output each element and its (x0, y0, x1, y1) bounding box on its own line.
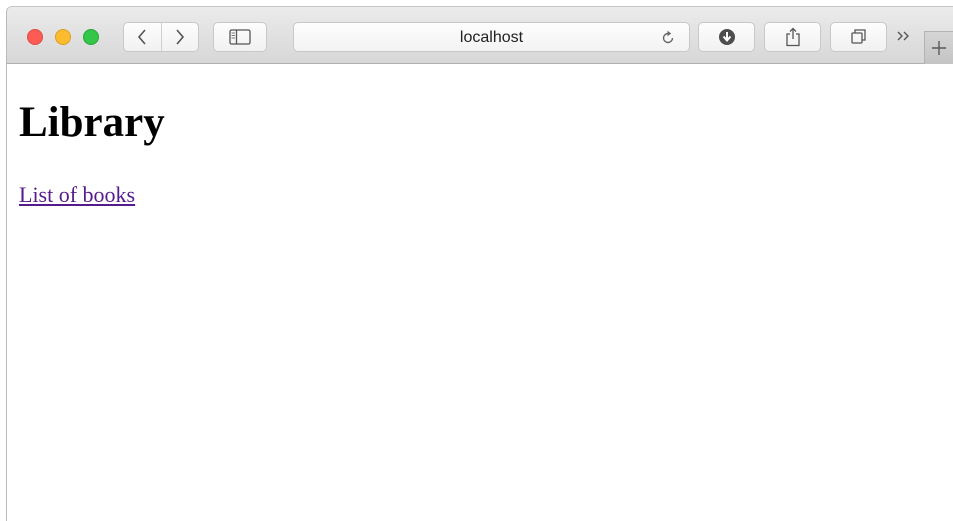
show-tabs-button[interactable] (830, 22, 887, 52)
browser-toolbar: localhost (7, 7, 953, 64)
minimize-window-button[interactable] (55, 29, 71, 45)
new-tab-button[interactable] (924, 31, 953, 64)
downloads-button[interactable] (698, 22, 755, 52)
share-button[interactable] (764, 22, 821, 52)
address-text: localhost (459, 29, 524, 46)
reload-button[interactable] (659, 29, 677, 47)
reload-icon (662, 30, 674, 44)
browser-window: localhost Library List of books (6, 6, 953, 521)
maximize-window-button[interactable] (83, 29, 99, 45)
address-bar[interactable]: localhost (293, 22, 690, 52)
navigation-buttons (123, 22, 199, 52)
tabs-icon (850, 29, 866, 44)
plus-icon (932, 41, 946, 55)
double-chevron-icon (897, 31, 909, 41)
download-icon (718, 29, 735, 45)
list-of-books-link[interactable]: List of books (19, 182, 135, 208)
page-content: Library List of books (7, 64, 953, 521)
sidebar-toggle-button[interactable] (213, 22, 267, 52)
chevron-right-icon (176, 29, 184, 45)
back-button[interactable] (124, 23, 161, 51)
page-title: Library (19, 99, 165, 146)
chevron-left-icon (138, 29, 146, 45)
share-icon (785, 27, 800, 47)
forward-button[interactable] (160, 23, 199, 51)
sidebar-icon (229, 29, 251, 45)
close-window-button[interactable] (27, 29, 43, 45)
toolbar-overflow-button[interactable] (893, 25, 915, 47)
